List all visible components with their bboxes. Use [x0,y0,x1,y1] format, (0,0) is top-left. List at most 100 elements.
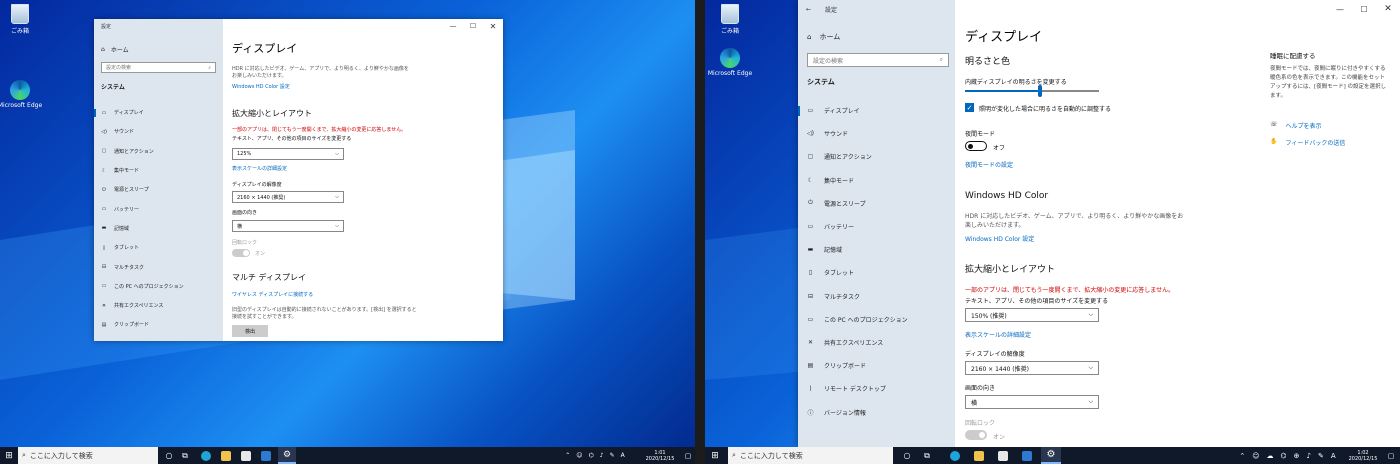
settings-search-input[interactable]: 設定の検索 ⌕ [101,62,216,73]
orientation-dropdown[interactable]: 横 ⌵ [232,220,344,232]
advanced-scale-link[interactable]: 表示スケールの詳細設定 [232,165,287,172]
auto-brightness-label: 照明が変化した場合に明るさを自動的に調整する [979,106,1112,113]
ime-indicator[interactable]: A [621,452,625,459]
hdr-settings-link[interactable]: Windows HD Color 設定 [965,234,1034,243]
battery-icon: ▭ [807,223,814,231]
rotation-lock-state: オン [993,434,1006,441]
windows-logo-icon: ⊞ [5,450,13,461]
rotation-lock-toggle[interactable] [232,249,250,257]
close-button[interactable]: ✕ [1376,0,1400,18]
feedback-link[interactable]: フィードバックの送信 [1285,138,1345,147]
search-icon: ⌕ [939,56,943,63]
scale-value: 150% (推奨) [971,312,1007,320]
cortana-button[interactable]: ○ [900,447,914,464]
feedback-row[interactable]: ✋ フィードバックの送信 [1270,138,1390,147]
taskbar-store[interactable] [995,447,1011,464]
system-tray[interactable]: ⌃ ☺ ☁ ⌬ ⊕ ♪ ✎ A [1235,447,1340,464]
search-icon: ⌕ [22,451,26,459]
detect-button[interactable]: 検出 [232,325,268,337]
nav-item-label: クリップボード [114,322,150,329]
settings-search-input[interactable]: 設定の検索 ⌕ [807,53,949,67]
page-title: ディスプレイ [965,30,1043,45]
nav-item-label: バージョン情報 [824,409,866,417]
nav-item-label: タブレット [824,270,855,278]
rotation-lock-label: 回転ロック [232,240,258,246]
task-view-button[interactable]: ⧉ [920,447,934,464]
ime-indicator[interactable]: A [1331,452,1336,460]
scale-warning: 一部のアプリは、閉じてもう一度開くまで、拡大縮小の変更に応答しません。 [965,287,1175,294]
scale-dropdown[interactable]: 150% (推奨) ⌵ [965,308,1099,322]
slider-fill [965,90,1041,92]
search-icon: ⌕ [732,451,736,459]
taskbar-settings[interactable]: ⚙ [278,447,296,464]
search-placeholder: 設定の検索 [813,57,844,65]
resolution-dropdown[interactable]: 2160 × 1440 (推奨) ⌵ [965,361,1099,375]
night-mode-state: オフ [993,145,1006,152]
help-row[interactable]: ☏ ヘルプを表示 [1270,121,1390,130]
taskbar-settings[interactable]: ⚙ [1041,447,1061,464]
help-link[interactable]: ヘルプを表示 [1286,121,1322,130]
window-title: 設定 [101,23,112,30]
share-icon: ✕ [807,339,814,347]
resolution-value: 2160 × 1440 (推奨) [971,365,1029,373]
recycle-bin-icon [721,4,739,24]
taskbar-search-placeholder: ここに入力して検索 [29,451,93,460]
scale-dropdown[interactable]: 125% ⌵ [232,148,344,160]
night-mode-toggle[interactable] [965,141,987,151]
task-view-button[interactable]: ⧉ [178,447,192,464]
orientation-dropdown[interactable]: 横 ⌵ [965,395,1099,409]
maximize-button[interactable]: ☐ [1352,0,1376,18]
system-tray[interactable]: ⌃ ☺ ⌬ ♪ ✎ A [555,447,635,464]
recycle-bin-desktop-icon[interactable]: ごみ箱 [0,4,46,35]
auto-brightness-checkbox[interactable]: ✓ [965,103,974,112]
nav-home-label: ホーム [110,46,129,54]
nav-item-label: 共有エクスペリエンス [114,303,164,310]
resolution-label: ディスプレイの解像度 [232,182,282,188]
slider-thumb[interactable] [1038,85,1043,97]
gear-icon: ⚙ [1046,449,1056,460]
taskbar-explorer[interactable] [971,447,987,464]
taskbar-edge[interactable] [198,447,214,464]
notification-icon: ▢ [1387,451,1395,460]
minimize-button[interactable]: — [1328,0,1352,18]
orientation-label: 画面の向き [232,210,258,216]
taskbar-search[interactable]: ⌕ ここに入力して検索 [728,447,893,464]
brightness-slider[interactable] [965,85,1099,97]
taskbar-clock[interactable]: 1:02 2020/12/15 [1343,447,1383,464]
hdr-settings-link[interactable]: Windows HD Color 設定 [232,83,290,90]
taskbar-clock[interactable]: 1:01 2020/12/15 [640,447,680,464]
cortana-button[interactable]: ○ [162,447,176,464]
back-arrow-icon[interactable]: ← [806,6,811,13]
start-button[interactable]: ⊞ [705,447,725,464]
clock-date: 2020/12/15 [1348,455,1378,462]
task-view-icon: ⧉ [924,450,930,460]
section-title: システム [807,78,835,86]
edge-desktop-icon[interactable]: Microsoft Edge [0,80,46,109]
chevron-up-icon: ⌃ [1239,451,1246,460]
text-size-label: テキスト、アプリ、その他の項目のサイズを変更する [232,136,352,142]
nav-item-label: この PC へのプロジェクション [114,283,184,290]
taskbar-mail[interactable] [1019,447,1035,464]
rotation-lock-toggle[interactable] [965,430,987,440]
night-mode-settings-link[interactable]: 夜間モードの設定 [965,160,1013,169]
taskbar-search-placeholder: ここに入力して検索 [739,451,803,460]
resolution-dropdown[interactable]: 2160 × 1440 (推奨) ⌵ [232,191,344,203]
taskbar-explorer[interactable] [218,447,234,464]
page-title: ディスプレイ [232,42,298,55]
recycle-bin-desktop-icon[interactable]: ごみ箱 [705,4,756,35]
taskbar-mail[interactable] [258,447,274,464]
mail-icon [1022,450,1032,461]
start-button[interactable]: ⊞ [0,447,18,464]
notification-center-button[interactable]: ▢ [1385,447,1397,464]
battery-icon: ▭ [101,206,107,213]
recycle-bin-label: ごみ箱 [720,28,739,35]
resolution-value: 2160 × 1440 (推奨) [237,194,286,201]
wireless-display-link[interactable]: ワイヤレス ディスプレイに接続する [232,291,313,298]
taskbar-edge[interactable] [947,447,963,464]
notification-center-button[interactable]: ▢ [682,447,694,464]
sound-icon: ◁) [807,130,814,138]
advanced-scale-link[interactable]: 表示スケールの詳細設定 [965,330,1031,339]
edge-desktop-icon[interactable]: Microsoft Edge [705,48,756,77]
taskbar-search[interactable]: ⌕ ここに入力して検索 [18,447,158,464]
taskbar-store[interactable] [238,447,254,464]
